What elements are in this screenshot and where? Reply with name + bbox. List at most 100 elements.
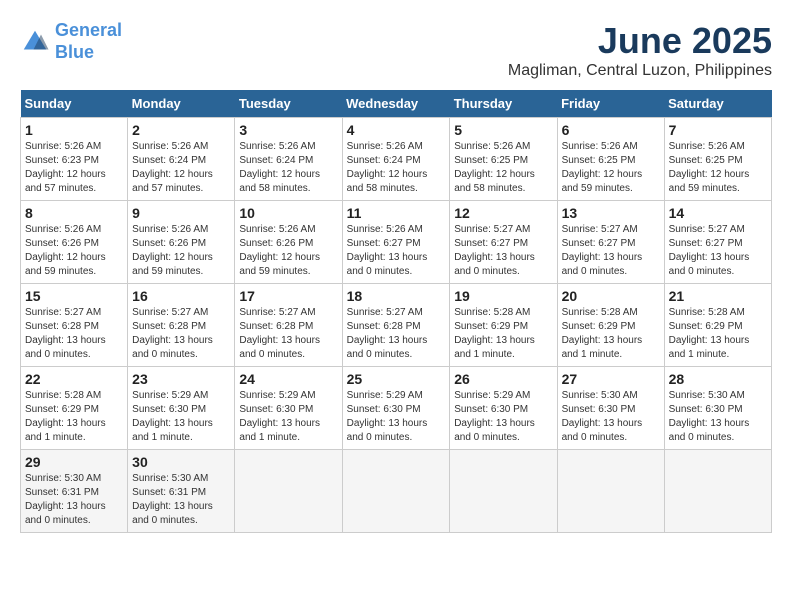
calendar-week-row: 15 Sunrise: 5:27 AM Sunset: 6:28 PM Dayli…	[21, 284, 772, 367]
calendar-cell	[235, 450, 342, 533]
day-info: Sunrise: 5:29 AM Sunset: 6:30 PM Dayligh…	[347, 389, 446, 445]
calendar-cell	[450, 450, 557, 533]
calendar-cell: 13 Sunrise: 5:27 AM Sunset: 6:27 PM Dayli…	[557, 201, 664, 284]
calendar-cell: 3Sunrise: 5:26 AM Sunset: 6:24 PM Daylig…	[235, 118, 342, 201]
calendar-cell: 19 Sunrise: 5:28 AM Sunset: 6:29 PM Dayli…	[450, 284, 557, 367]
calendar-cell: 28 Sunrise: 5:30 AM Sunset: 6:30 PM Dayli…	[664, 367, 771, 450]
calendar-cell: 14 Sunrise: 5:27 AM Sunset: 6:27 PM Dayli…	[664, 201, 771, 284]
calendar-cell: 30 Sunrise: 5:30 AM Sunset: 6:31 PM Dayli…	[128, 450, 235, 533]
day-number: 30	[132, 454, 230, 470]
day-number: 27	[562, 371, 660, 387]
day-info: Sunrise: 5:28 AM Sunset: 6:29 PM Dayligh…	[669, 306, 767, 362]
day-number: 26	[454, 371, 552, 387]
day-info: Sunrise: 5:27 AM Sunset: 6:28 PM Dayligh…	[25, 306, 123, 362]
column-header-saturday: Saturday	[664, 90, 771, 118]
column-header-friday: Friday	[557, 90, 664, 118]
calendar-table: SundayMondayTuesdayWednesdayThursdayFrid…	[20, 90, 772, 533]
calendar-cell: 17Sunrise: 5:27 AM Sunset: 6:28 PM Dayli…	[235, 284, 342, 367]
column-header-sunday: Sunday	[21, 90, 128, 118]
day-number: 15	[25, 288, 123, 304]
day-info: Sunrise: 5:26 AM Sunset: 6:23 PM Dayligh…	[25, 140, 123, 196]
day-info: Sunrise: 5:29 AM Sunset: 6:30 PM Dayligh…	[132, 389, 230, 445]
calendar-cell: 9 Sunrise: 5:26 AM Sunset: 6:26 PM Daylig…	[128, 201, 235, 284]
day-number: 13	[562, 205, 660, 221]
day-info: Sunrise: 5:30 AM Sunset: 6:31 PM Dayligh…	[25, 472, 123, 528]
calendar-cell: 23 Sunrise: 5:29 AM Sunset: 6:30 PM Dayli…	[128, 367, 235, 450]
day-info: Sunrise: 5:26 AM Sunset: 6:24 PM Dayligh…	[132, 140, 230, 196]
logo: General Blue	[20, 20, 122, 63]
day-info: Sunrise: 5:27 AM Sunset: 6:27 PM Dayligh…	[669, 223, 767, 279]
day-info: Sunrise: 5:27 AM Sunset: 6:28 PM Dayligh…	[132, 306, 230, 362]
calendar-cell: 16 Sunrise: 5:27 AM Sunset: 6:28 PM Dayli…	[128, 284, 235, 367]
day-number: 4	[347, 122, 446, 138]
day-number: 16	[132, 288, 230, 304]
day-info: Sunrise: 5:27 AM Sunset: 6:28 PM Dayligh…	[239, 306, 337, 362]
column-header-tuesday: Tuesday	[235, 90, 342, 118]
day-number: 28	[669, 371, 767, 387]
day-number: 29	[25, 454, 123, 470]
day-info: Sunrise: 5:28 AM Sunset: 6:29 PM Dayligh…	[454, 306, 552, 362]
calendar-week-row: 8 Sunrise: 5:26 AM Sunset: 6:26 PM Daylig…	[21, 201, 772, 284]
day-number: 6	[562, 122, 660, 138]
day-info: Sunrise: 5:26 AM Sunset: 6:24 PM Dayligh…	[347, 140, 446, 196]
day-info: Sunrise: 5:26 AM Sunset: 6:25 PM Dayligh…	[669, 140, 767, 196]
day-number: 18	[347, 288, 446, 304]
day-info: Sunrise: 5:26 AM Sunset: 6:26 PM Dayligh…	[25, 223, 123, 279]
calendar-cell: 25 Sunrise: 5:29 AM Sunset: 6:30 PM Dayli…	[342, 367, 450, 450]
calendar-header-row: SundayMondayTuesdayWednesdayThursdayFrid…	[21, 90, 772, 118]
logo-text: General Blue	[55, 20, 122, 63]
month-year-title: June 2025	[508, 20, 772, 62]
calendar-cell: 29 Sunrise: 5:30 AM Sunset: 6:31 PM Dayli…	[21, 450, 128, 533]
column-header-thursday: Thursday	[450, 90, 557, 118]
day-info: Sunrise: 5:30 AM Sunset: 6:30 PM Dayligh…	[669, 389, 767, 445]
day-number: 8	[25, 205, 123, 221]
calendar-cell: 24 Sunrise: 5:29 AM Sunset: 6:30 PM Dayli…	[235, 367, 342, 450]
calendar-cell: 26 Sunrise: 5:29 AM Sunset: 6:30 PM Dayli…	[450, 367, 557, 450]
day-number: 2	[132, 122, 230, 138]
calendar-cell: 11 Sunrise: 5:26 AM Sunset: 6:27 PM Dayli…	[342, 201, 450, 284]
day-number: 12	[454, 205, 552, 221]
day-info: Sunrise: 5:26 AM Sunset: 6:27 PM Dayligh…	[347, 223, 446, 279]
day-number: 1	[25, 122, 123, 138]
page-header: General Blue June 2025 Magliman, Central…	[20, 20, 772, 80]
day-number: 20	[562, 288, 660, 304]
calendar-cell	[342, 450, 450, 533]
calendar-cell: 20 Sunrise: 5:28 AM Sunset: 6:29 PM Dayli…	[557, 284, 664, 367]
day-number: 23	[132, 371, 230, 387]
day-info: Sunrise: 5:26 AM Sunset: 6:26 PM Dayligh…	[132, 223, 230, 279]
day-info: Sunrise: 5:28 AM Sunset: 6:29 PM Dayligh…	[562, 306, 660, 362]
location-subtitle: Magliman, Central Luzon, Philippines	[508, 62, 772, 80]
day-info: Sunrise: 5:26 AM Sunset: 6:26 PM Dayligh…	[239, 223, 337, 279]
day-info: Sunrise: 5:26 AM Sunset: 6:25 PM Dayligh…	[562, 140, 660, 196]
day-number: 9	[132, 205, 230, 221]
day-number: 22	[25, 371, 123, 387]
day-info: Sunrise: 5:27 AM Sunset: 6:27 PM Dayligh…	[454, 223, 552, 279]
calendar-week-row: 29 Sunrise: 5:30 AM Sunset: 6:31 PM Dayli…	[21, 450, 772, 533]
day-number: 11	[347, 205, 446, 221]
calendar-week-row: 1 Sunrise: 5:26 AM Sunset: 6:23 PM Daylig…	[21, 118, 772, 201]
day-number: 25	[347, 371, 446, 387]
calendar-cell: 21Sunrise: 5:28 AM Sunset: 6:29 PM Dayli…	[664, 284, 771, 367]
day-number: 10	[239, 205, 337, 221]
day-number: 19	[454, 288, 552, 304]
day-info: Sunrise: 5:28 AM Sunset: 6:29 PM Dayligh…	[25, 389, 123, 445]
column-header-wednesday: Wednesday	[342, 90, 450, 118]
logo-icon	[20, 27, 50, 57]
day-info: Sunrise: 5:29 AM Sunset: 6:30 PM Dayligh…	[239, 389, 337, 445]
day-number: 24	[239, 371, 337, 387]
calendar-cell: 2 Sunrise: 5:26 AM Sunset: 6:24 PM Daylig…	[128, 118, 235, 201]
day-number: 7	[669, 122, 767, 138]
day-number: 3	[239, 122, 337, 138]
day-info: Sunrise: 5:30 AM Sunset: 6:31 PM Dayligh…	[132, 472, 230, 528]
day-number: 14	[669, 205, 767, 221]
day-info: Sunrise: 5:26 AM Sunset: 6:25 PM Dayligh…	[454, 140, 552, 196]
day-info: Sunrise: 5:27 AM Sunset: 6:27 PM Dayligh…	[562, 223, 660, 279]
calendar-cell: 5Sunrise: 5:26 AM Sunset: 6:25 PM Daylig…	[450, 118, 557, 201]
calendar-cell: 15 Sunrise: 5:27 AM Sunset: 6:28 PM Dayli…	[21, 284, 128, 367]
column-header-monday: Monday	[128, 90, 235, 118]
calendar-cell: 27Sunrise: 5:30 AM Sunset: 6:30 PM Dayli…	[557, 367, 664, 450]
calendar-week-row: 22 Sunrise: 5:28 AM Sunset: 6:29 PM Dayli…	[21, 367, 772, 450]
day-info: Sunrise: 5:29 AM Sunset: 6:30 PM Dayligh…	[454, 389, 552, 445]
calendar-cell: 10 Sunrise: 5:26 AM Sunset: 6:26 PM Dayli…	[235, 201, 342, 284]
day-info: Sunrise: 5:27 AM Sunset: 6:28 PM Dayligh…	[347, 306, 446, 362]
